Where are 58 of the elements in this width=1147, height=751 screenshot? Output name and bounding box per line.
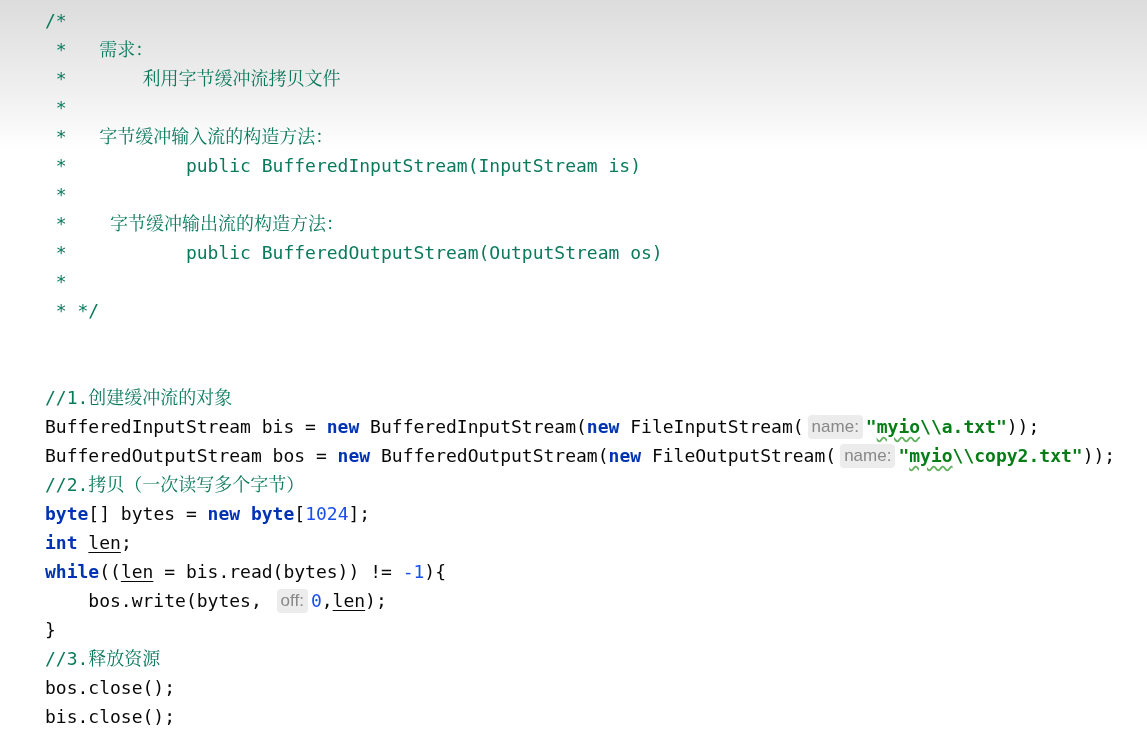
code-comment: //2.拷贝（一次读写多个字节）	[45, 473, 305, 497]
code-text: bos.close();	[45, 676, 176, 700]
code-text: bos.write(bytes,	[87, 589, 263, 613]
code-comment: * public BufferedOutputStream(OutputStream os)	[54, 241, 663, 265]
parameter-hint: name:	[807, 414, 863, 439]
code-keyword: int	[45, 531, 79, 555]
code-text: BufferedInputStream(	[369, 415, 587, 439]
code-keyword: new byte	[207, 502, 295, 526]
code-comment: * 需求：	[54, 38, 154, 62]
code-text: FileInputStream(	[629, 415, 804, 439]
parameter-hint: name:	[840, 443, 896, 468]
code-comment: *	[54, 270, 67, 294]
code-comment: * 字节缓冲输出流的构造方法：	[54, 212, 345, 236]
code-keyword: new	[326, 415, 360, 439]
code-keyword: while	[45, 560, 100, 584]
code-comment: * */	[54, 299, 100, 323]
code-text: ){	[424, 560, 446, 584]
code-number: 0	[310, 589, 322, 613]
code-string: "	[898, 444, 910, 468]
code-comment: *	[54, 183, 67, 207]
code-keyword: new	[608, 444, 642, 468]
code-text: }	[45, 618, 56, 642]
code-text: BufferedInputStream bis =	[45, 415, 317, 439]
code-comment: * 字节缓冲输入流的构造方法：	[54, 125, 334, 149]
code-keyword: new	[337, 444, 371, 468]
code-text: );	[365, 589, 387, 613]
code-text: BufferedOutputStream bos =	[45, 444, 328, 468]
code-variable: len	[332, 589, 366, 613]
code-text: ((	[99, 560, 121, 584]
code-text: FileOutputStream(	[650, 444, 837, 468]
code-comment: //3.释放资源	[45, 647, 161, 671]
code-string: \\a.txt"	[920, 415, 1007, 439]
code-variable: len	[88, 531, 121, 555]
code-text: [	[294, 502, 306, 526]
code-text: ,	[321, 589, 333, 613]
code-comment: /*	[45, 9, 67, 33]
code-comment: //1.创建缓冲流的对象	[45, 386, 233, 410]
code-text: ;	[120, 531, 132, 555]
code-keyword: byte	[45, 502, 89, 526]
code-number: 1024	[305, 502, 349, 526]
code-comment: * 利用字节缓冲流拷贝文件	[54, 67, 341, 91]
code-text: = bis.read(bytes)) !=	[163, 560, 393, 584]
code-text: ));	[1006, 415, 1040, 439]
code-string: "	[865, 415, 877, 439]
parameter-hint: off:	[276, 588, 308, 613]
code-number: -1	[402, 560, 425, 584]
code-keyword: new	[586, 415, 620, 439]
code-string: myio	[909, 444, 953, 468]
code-variable: len	[120, 560, 154, 584]
code-comment: *	[54, 96, 67, 120]
code-text: bis.close();	[45, 705, 176, 729]
code-text: ));	[1082, 444, 1116, 468]
code-comment: * public BufferedInputStream(InputStream is)	[54, 154, 642, 178]
code-text: ];	[348, 502, 371, 526]
code-text: BufferedOutputStream(	[379, 444, 609, 468]
code-string: myio	[876, 415, 921, 439]
code-text: [] bytes =	[88, 502, 198, 526]
code-string: \\copy2.txt"	[952, 444, 1083, 468]
